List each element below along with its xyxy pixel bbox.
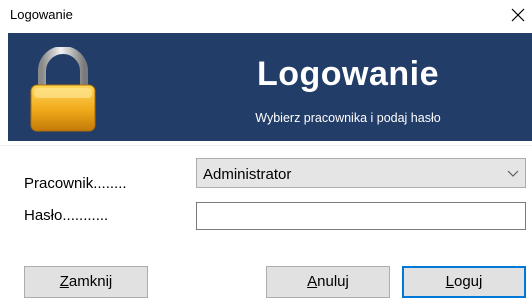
- employee-select-value: Administrator: [203, 166, 292, 183]
- login-button[interactable]: Loguj: [402, 266, 526, 298]
- cancel-button[interactable]: Anuluj: [266, 266, 390, 298]
- employee-label-text: Pracownik: [24, 175, 94, 192]
- password-label-dots: ...........: [62, 207, 109, 224]
- cancel-button-label: nuluj: [317, 273, 349, 290]
- employee-select[interactable]: Administrator: [196, 158, 526, 188]
- header-banner: Logowanie Wybierz pracownika i podaj has…: [8, 33, 532, 141]
- employee-label: Pracownik........: [24, 175, 127, 192]
- close-button[interactable]: Zamknij: [24, 266, 148, 298]
- password-label-text: Hasło: [24, 207, 63, 224]
- close-button-access-key: Z: [59, 273, 69, 290]
- password-label: Hasło...........: [24, 207, 108, 224]
- banner-subtitle: Wybierz pracownika i podaj hasło: [255, 111, 441, 125]
- login-button-access-key: L: [445, 273, 454, 290]
- divider: [0, 145, 532, 146]
- password-field[interactable]: [196, 202, 526, 230]
- close-icon: [511, 8, 525, 22]
- title-bar: Logowanie: [0, 0, 532, 30]
- employee-label-dots: ........: [93, 175, 127, 192]
- window-title: Logowanie: [10, 7, 73, 22]
- banner-title: Logowanie: [256, 55, 440, 93]
- padlock-icon: [30, 47, 96, 132]
- close-button-label: amknij: [68, 273, 113, 290]
- cancel-button-access-key: A: [307, 273, 318, 290]
- login-button-label: oguj: [453, 273, 483, 290]
- close-window-button[interactable]: [502, 0, 532, 30]
- chevron-down-icon: [507, 170, 519, 177]
